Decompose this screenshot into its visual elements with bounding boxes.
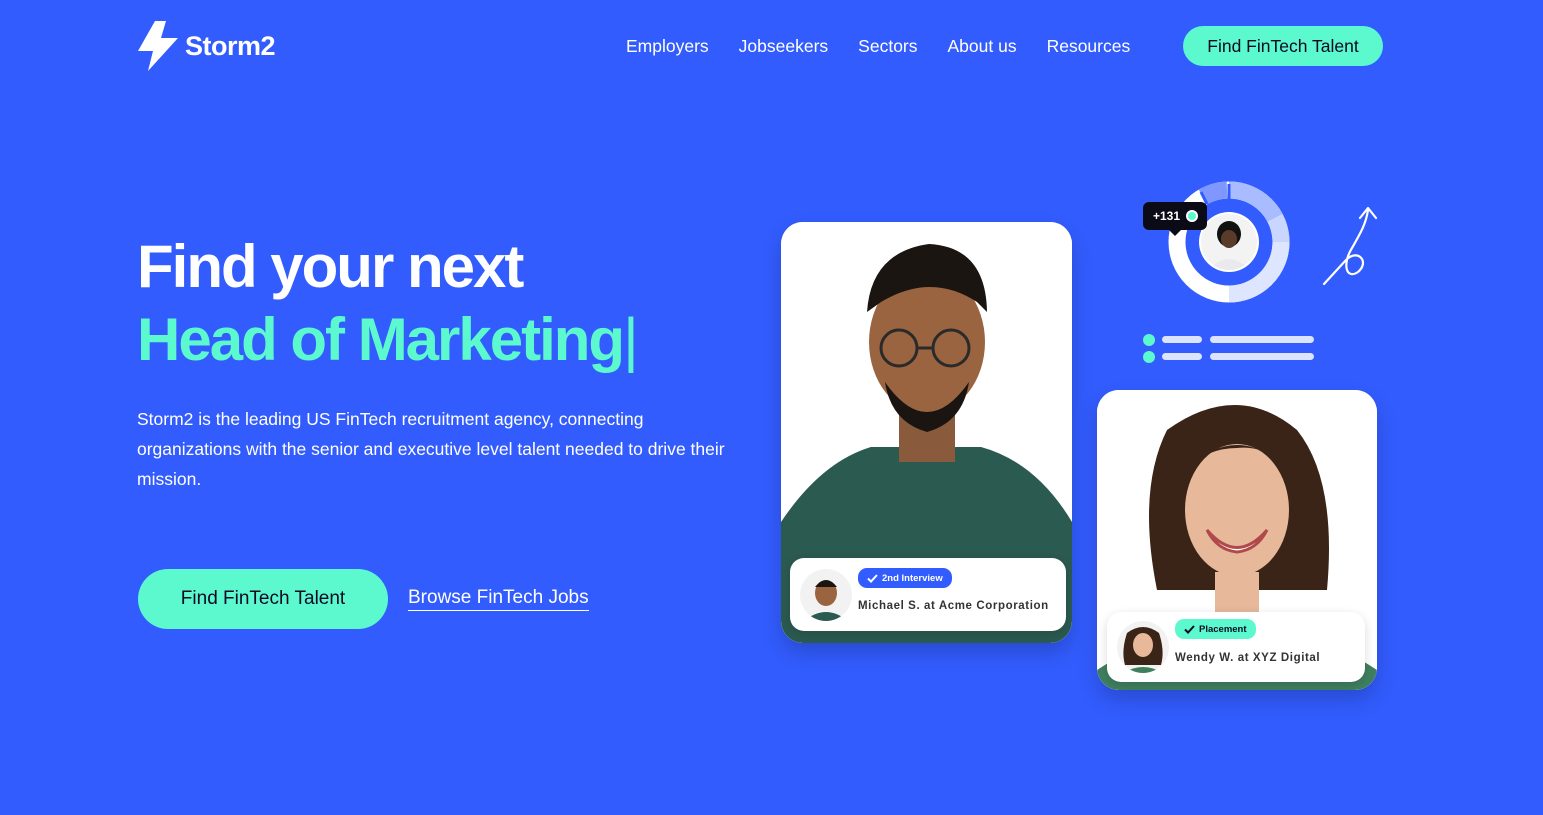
browse-jobs-link[interactable]: Browse FinTech Jobs: [408, 587, 589, 611]
candidate-card-michael: 2nd Interview Michael S. at Acme Corpora…: [781, 222, 1072, 643]
nav-employers[interactable]: Employers: [626, 36, 709, 57]
stat-counter-tag: +131: [1143, 202, 1207, 236]
curly-arrow-icon: [1322, 206, 1378, 286]
hero-title-line1: Find your next: [137, 233, 524, 300]
status-pill-placement: Placement: [1175, 619, 1256, 639]
nav-sectors[interactable]: Sectors: [858, 36, 917, 57]
nav-jobseekers[interactable]: Jobseekers: [739, 36, 829, 57]
checkmark-icon: [867, 573, 878, 583]
candidate-avatar-michael: [800, 569, 852, 621]
candidate-status-card-2: Placement Wendy W. at XYZ Digital: [1107, 612, 1365, 682]
status-label: 2nd Interview: [882, 572, 943, 584]
online-dot-icon: [1186, 210, 1199, 222]
candidate-avatar-wendy: [1117, 621, 1169, 673]
typing-caret: |: [623, 306, 639, 373]
progress-donut-graphic: [1168, 181, 1290, 303]
hero-title-line2: Head of Marketing|: [137, 305, 639, 374]
stat-counter-value: +131: [1153, 209, 1181, 223]
find-talent-button[interactable]: Find FinTech Talent: [138, 569, 388, 629]
candidate-name-label: Wendy W. at XYZ Digital: [1175, 652, 1321, 664]
header-find-talent-button[interactable]: Find FinTech Talent: [1183, 26, 1383, 66]
list-lines-graphic: [1143, 334, 1314, 363]
lightning-bolt-icon: [138, 21, 178, 71]
candidate-card-wendy: Placement Wendy W. at XYZ Digital: [1097, 390, 1377, 690]
checkmark-icon: [1184, 624, 1195, 634]
main-nav: Employers Jobseekers Sectors About us Re…: [626, 36, 1130, 57]
nav-about-us[interactable]: About us: [948, 36, 1017, 57]
site-logo[interactable]: Storm2: [137, 21, 276, 71]
status-label: Placement: [1199, 623, 1247, 635]
candidate-name-label: Michael S. at Acme Corporation: [858, 600, 1049, 612]
candidate-status-card-1: 2nd Interview Michael S. at Acme Corpora…: [790, 558, 1066, 631]
hero-description: Storm2 is the leading US FinTech recruit…: [137, 409, 725, 489]
status-pill-interview: 2nd Interview: [858, 568, 952, 588]
nav-resources[interactable]: Resources: [1047, 36, 1131, 57]
hero-rotating-role: Head of Marketing: [137, 306, 625, 373]
logo-text: Storm2: [185, 30, 276, 61]
